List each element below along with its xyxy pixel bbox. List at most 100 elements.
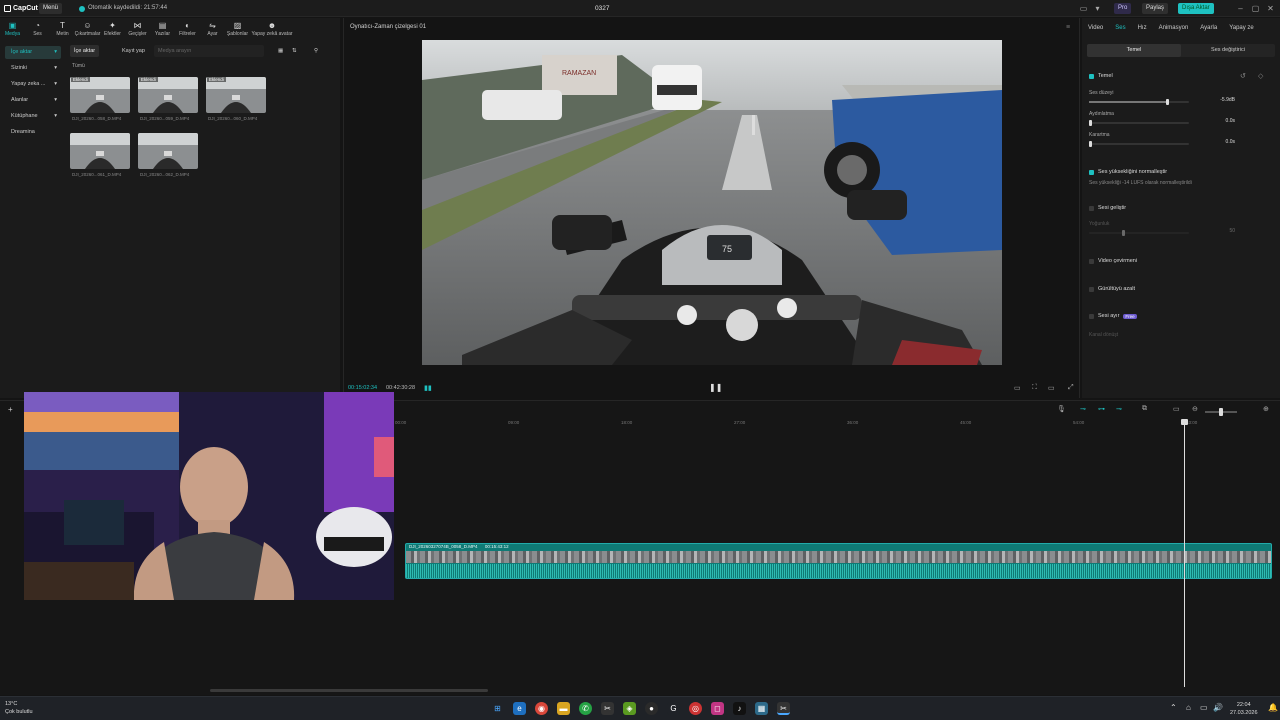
playhead[interactable] bbox=[1184, 419, 1185, 687]
reset-icon[interactable]: ↺ bbox=[1240, 72, 1246, 80]
inspector-tab[interactable]: Hız bbox=[1132, 21, 1153, 35]
instagram-icon[interactable]: ◻ bbox=[711, 702, 724, 715]
maximize-icon[interactable]: ▢ bbox=[1250, 3, 1261, 14]
record-button[interactable]: Kayıt yap bbox=[118, 45, 149, 57]
tool-sticker[interactable]: ☺ Çıkartmalar bbox=[75, 18, 101, 40]
fadein-track[interactable] bbox=[1089, 120, 1189, 126]
zoom-out-icon[interactable]: ⊖ bbox=[1192, 405, 1198, 413]
capcut-active-icon[interactable]: ✂ bbox=[777, 702, 790, 715]
tray-chevron-icon[interactable]: ⌃ bbox=[1170, 703, 1177, 712]
pause-icon[interactable]: ❚❚ bbox=[709, 383, 722, 392]
mic-icon[interactable]: 🎙 bbox=[1057, 405, 1066, 413]
fadein-value[interactable]: 0.0s bbox=[1215, 118, 1235, 124]
tool-media[interactable]: ▣ Medya bbox=[0, 18, 25, 40]
split-icon[interactable]: ⧉ bbox=[1142, 405, 1147, 413]
media-search-input[interactable]: Medya arayın bbox=[154, 45, 264, 57]
tool-adjust[interactable]: ⇋ Ayar bbox=[200, 18, 225, 40]
fullscreen-icon[interactable]: ⤢ bbox=[1068, 384, 1074, 392]
video-preview[interactable]: RAMAZAN 75 bbox=[422, 40, 1002, 365]
zoom-slider[interactable] bbox=[1205, 408, 1237, 416]
chat-icon[interactable]: ▭ bbox=[1200, 703, 1208, 712]
timeline-ruler[interactable]: 00:00 09:00 18:00 27:00 36:00 45:00 54:00 63:00 bbox=[395, 420, 1275, 428]
image-viewer-icon[interactable]: ▦ bbox=[755, 702, 768, 715]
file-explorer-icon[interactable]: ▬ bbox=[557, 702, 570, 715]
fit-icon[interactable]: ▭ bbox=[1014, 384, 1021, 392]
tool-effects[interactable]: ✦ Efektler bbox=[100, 18, 125, 40]
enhance-knob[interactable] bbox=[1122, 230, 1125, 236]
enhance-value[interactable]: 50 bbox=[1215, 228, 1235, 234]
screen-icon[interactable]: ▭ bbox=[1173, 405, 1180, 413]
system-clock[interactable]: 22:04 27.03.2026 bbox=[1230, 701, 1258, 717]
import-button[interactable]: İçe aktar bbox=[70, 45, 100, 57]
fadeout-value[interactable]: 0.0s bbox=[1215, 139, 1235, 145]
inspector-tab[interactable]: Animasyon bbox=[1153, 21, 1195, 35]
inspector-tab[interactable]: Ayarla bbox=[1194, 21, 1223, 35]
sidebar-item[interactable]: Kütüphane ▾ bbox=[5, 110, 61, 123]
fadeout-knob[interactable] bbox=[1089, 141, 1092, 147]
close-icon[interactable]: ✕ bbox=[1265, 3, 1276, 14]
capcut-taskbar-icon[interactable]: ✂ bbox=[601, 702, 614, 715]
timeline-scrollbar[interactable] bbox=[210, 689, 488, 692]
translate-toggle[interactable]: Video çevirmeni bbox=[1089, 258, 1137, 264]
sidebar-item[interactable]: İçe aktar ▾ bbox=[5, 46, 61, 59]
noise-checkbox[interactable] bbox=[1089, 286, 1094, 292]
subtab-basic[interactable]: Temel bbox=[1087, 44, 1181, 57]
basic-section-header[interactable]: Temel bbox=[1089, 73, 1113, 79]
media-thumbnail[interactable]: Eklendi bbox=[138, 77, 198, 113]
volume-knob[interactable] bbox=[1165, 99, 1169, 105]
inspector-tab[interactable]: Video bbox=[1082, 21, 1109, 35]
tool-captions[interactable]: ▤ Yazılar bbox=[150, 18, 175, 40]
crop-icon[interactable]: ⛶ bbox=[1032, 384, 1037, 392]
player-menu-icon[interactable]: ≡ bbox=[1066, 24, 1070, 31]
volume-track[interactable] bbox=[1089, 99, 1189, 105]
fadein-knob[interactable] bbox=[1089, 120, 1092, 126]
basic-checkbox[interactable] bbox=[1089, 73, 1094, 79]
export-button[interactable]: Dışa Aktar bbox=[1178, 3, 1214, 14]
share-button[interactable]: Paylaş bbox=[1142, 3, 1169, 14]
notification-icon[interactable]: 🔔 bbox=[1268, 703, 1278, 712]
layout-icon[interactable]: ▭ bbox=[1078, 3, 1089, 14]
sort-icon[interactable]: ⇅ bbox=[288, 45, 301, 57]
media-thumbnail[interactable]: Eklendi bbox=[70, 77, 130, 113]
preview-axis-icon[interactable]: ⊸ bbox=[1116, 405, 1122, 413]
media-thumbnail[interactable]: Eklendi bbox=[206, 77, 266, 113]
app-icon[interactable]: ● bbox=[645, 702, 658, 715]
ratio-icon[interactable]: ▭ bbox=[1048, 384, 1055, 392]
media-thumbnail[interactable] bbox=[70, 133, 130, 169]
game-icon[interactable]: G bbox=[667, 702, 680, 715]
minimize-icon[interactable]: – bbox=[1235, 3, 1246, 14]
tool-templates[interactable]: ▨ Şablonlar bbox=[225, 18, 250, 40]
sidebar-item[interactable]: Alanlar ▾ bbox=[5, 94, 61, 107]
edge-icon[interactable]: e bbox=[513, 702, 526, 715]
tool-text[interactable]: T Metin bbox=[50, 18, 75, 40]
pro-button[interactable]: Pro bbox=[1114, 3, 1132, 14]
dropdown-icon[interactable]: ▾ bbox=[1092, 3, 1103, 14]
link-icon[interactable]: ⊶ bbox=[1098, 405, 1105, 413]
volume-tray-icon[interactable]: 🔊 bbox=[1213, 703, 1223, 712]
enhance-checkbox[interactable] bbox=[1089, 205, 1094, 211]
zoom-in-icon[interactable]: ⊕ bbox=[1263, 405, 1269, 413]
tiktok-icon[interactable]: ♪ bbox=[733, 702, 746, 715]
sidebar-item[interactable]: Sizinki ▾ bbox=[5, 62, 61, 75]
windows-start-icon[interactable]: ⊞ bbox=[491, 702, 504, 715]
filter-icon[interactable]: ⚲ bbox=[310, 45, 322, 57]
normalize-checkbox[interactable] bbox=[1089, 169, 1094, 175]
fadeout-track[interactable] bbox=[1089, 141, 1189, 147]
whatsapp-icon[interactable]: ✆ bbox=[579, 702, 592, 715]
keyframe-icon[interactable]: ◇ bbox=[1258, 72, 1263, 80]
add-track-icon[interactable]: + bbox=[8, 405, 13, 414]
normalize-toggle[interactable]: Ses yüksekliğini normalleştir bbox=[1089, 169, 1167, 175]
sidebar-item[interactable]: Dreamina bbox=[5, 126, 61, 139]
isolate-toggle[interactable]: Sesi ayır Free bbox=[1089, 313, 1137, 319]
isolate-checkbox[interactable] bbox=[1089, 313, 1094, 319]
inspector-tab[interactable]: Ses bbox=[1109, 21, 1131, 35]
filter-all-tab[interactable]: Tümü bbox=[72, 63, 85, 69]
weather-widget[interactable]: 13°C Çok bulutlu bbox=[5, 700, 33, 716]
zoom-knob[interactable] bbox=[1219, 408, 1223, 416]
video-clip[interactable]: DJI_20260327074B_0058_D.MP4 00:15:43:12 bbox=[405, 543, 1272, 579]
nvidia-icon[interactable]: ◈ bbox=[623, 702, 636, 715]
tool-filters[interactable]: ◐ Filtreler bbox=[175, 18, 200, 40]
main-menu-button[interactable]: Menü bbox=[39, 3, 63, 14]
obs-icon[interactable]: ◎ bbox=[689, 702, 702, 715]
tool-audio[interactable]: ◔ Ses bbox=[25, 18, 50, 40]
